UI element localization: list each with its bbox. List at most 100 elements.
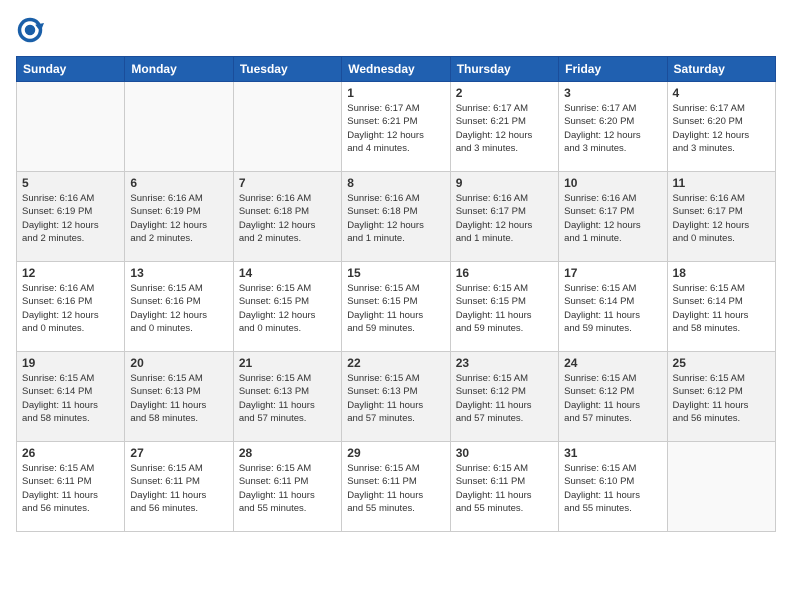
day-number: 10 <box>564 176 661 190</box>
calendar-table: SundayMondayTuesdayWednesdayThursdayFrid… <box>16 56 776 532</box>
calendar-day-cell: 22 Sunrise: 6:15 AMSunset: 6:13 PMDayligh… <box>342 352 450 442</box>
calendar-day-cell <box>125 82 233 172</box>
calendar-day-cell: 25 Sunrise: 6:15 AMSunset: 6:12 PMDayligh… <box>667 352 775 442</box>
day-number: 13 <box>130 266 227 280</box>
day-info: Sunrise: 6:15 AMSunset: 6:11 PMDaylight:… <box>130 462 227 515</box>
day-info: Sunrise: 6:15 AMSunset: 6:13 PMDaylight:… <box>130 372 227 425</box>
calendar-day-cell: 9 Sunrise: 6:16 AMSunset: 6:17 PMDaylight… <box>450 172 558 262</box>
day-number: 22 <box>347 356 444 370</box>
calendar-day-cell: 8Sunrise: 6:16 AMSunset: 6:18 PMDaylight… <box>342 172 450 262</box>
day-info: Sunrise: 6:16 AMSunset: 6:19 PMDaylight:… <box>130 192 227 245</box>
calendar-day-cell: 4 Sunrise: 6:17 AMSunset: 6:20 PMDaylight… <box>667 82 775 172</box>
calendar-day-cell: 26 Sunrise: 6:15 AMSunset: 6:11 PMDayligh… <box>17 442 125 532</box>
day-info: Sunrise: 6:15 AMSunset: 6:12 PMDaylight:… <box>564 372 661 425</box>
calendar-day-cell <box>667 442 775 532</box>
day-info: Sunrise: 6:15 AMSunset: 6:12 PMDaylight:… <box>673 372 770 425</box>
day-number: 5 <box>22 176 119 190</box>
calendar-day-cell: 5Sunrise: 6:16 AMSunset: 6:19 PMDaylight… <box>17 172 125 262</box>
calendar-week-row: 26 Sunrise: 6:15 AMSunset: 6:11 PMDayligh… <box>17 442 776 532</box>
day-info: Sunrise: 6:16 AMSunset: 6:18 PMDaylight:… <box>239 192 336 245</box>
day-number: 26 <box>22 446 119 460</box>
calendar-day-cell: 1Sunrise: 6:17 AMSunset: 6:21 PMDaylight… <box>342 82 450 172</box>
day-number: 4 <box>673 86 770 100</box>
day-info: Sunrise: 6:15 AMSunset: 6:15 PMDaylight:… <box>347 282 444 335</box>
day-info: Sunrise: 6:17 AMSunset: 6:20 PMDaylight:… <box>673 102 770 155</box>
day-info: Sunrise: 6:15 AMSunset: 6:14 PMDaylight:… <box>22 372 119 425</box>
day-info: Sunrise: 6:15 AMSunset: 6:11 PMDaylight:… <box>239 462 336 515</box>
calendar-day-cell: 27 Sunrise: 6:15 AMSunset: 6:11 PMDayligh… <box>125 442 233 532</box>
day-number: 28 <box>239 446 336 460</box>
calendar-day-cell: 23Sunrise: 6:15 AMSunset: 6:12 PMDayligh… <box>450 352 558 442</box>
calendar-day-cell: 29 Sunrise: 6:15 AMSunset: 6:11 PMDayligh… <box>342 442 450 532</box>
day-number: 12 <box>22 266 119 280</box>
day-info: Sunrise: 6:17 AMSunset: 6:20 PMDaylight:… <box>564 102 661 155</box>
day-number: 7 <box>239 176 336 190</box>
day-number: 21 <box>239 356 336 370</box>
calendar-day-cell <box>17 82 125 172</box>
page-header <box>16 16 776 44</box>
calendar-day-cell: 20Sunrise: 6:15 AMSunset: 6:13 PMDayligh… <box>125 352 233 442</box>
day-number: 2 <box>456 86 553 100</box>
day-number: 11 <box>673 176 770 190</box>
day-number: 16 <box>456 266 553 280</box>
calendar-day-cell: 28 Sunrise: 6:15 AMSunset: 6:11 PMDayligh… <box>233 442 341 532</box>
calendar-week-row: 1 Sunrise: 6:17 AMSunset: 6:21 PMDaylight… <box>17 82 776 172</box>
day-number: 19 <box>22 356 119 370</box>
calendar-day-cell: 16Sunrise: 6:15 AMSunset: 6:15 PMDayligh… <box>450 262 558 352</box>
calendar-day-cell: 11 Sunrise: 6:16 AMSunset: 6:17 PMDayligh… <box>667 172 775 262</box>
calendar-day-cell: 6 Sunrise: 6:16 AMSunset: 6:19 PMDaylight… <box>125 172 233 262</box>
day-info: Sunrise: 6:15 AMSunset: 6:11 PMDaylight:… <box>347 462 444 515</box>
calendar-body: 1 Sunrise: 6:17 AMSunset: 6:21 PMDaylight… <box>17 82 776 532</box>
calendar-header-cell: Tuesday <box>233 57 341 82</box>
calendar-day-cell: 15 Sunrise: 6:15 AMSunset: 6:15 PMDayligh… <box>342 262 450 352</box>
calendar-week-row: 19 Sunrise: 6:15 AMSunset: 6:14 PMDayligh… <box>17 352 776 442</box>
calendar-day-cell: 7 Sunrise: 6:16 AMSunset: 6:18 PMDaylight… <box>233 172 341 262</box>
calendar-day-cell: 18 Sunrise: 6:15 AMSunset: 6:14 PMDayligh… <box>667 262 775 352</box>
day-info: Sunrise: 6:15 AMSunset: 6:11 PMDaylight:… <box>22 462 119 515</box>
day-number: 8 <box>347 176 444 190</box>
day-info: Sunrise: 6:15 AMSunset: 6:13 PMDaylight:… <box>239 372 336 425</box>
calendar-day-cell: 10 Sunrise: 6:16 AMSunset: 6:17 PMDayligh… <box>559 172 667 262</box>
calendar-day-cell <box>233 82 341 172</box>
day-number: 6 <box>130 176 227 190</box>
day-number: 30 <box>456 446 553 460</box>
day-number: 23 <box>456 356 553 370</box>
calendar-header-cell: Monday <box>125 57 233 82</box>
calendar-header-cell: Thursday <box>450 57 558 82</box>
day-number: 1 <box>347 86 444 100</box>
day-info: Sunrise: 6:15 AMSunset: 6:14 PMDaylight:… <box>673 282 770 335</box>
day-info: Sunrise: 6:15 AMSunset: 6:10 PMDaylight:… <box>564 462 661 515</box>
calendar-day-cell: 31 Sunrise: 6:15 AMSunset: 6:10 PMDayligh… <box>559 442 667 532</box>
day-number: 27 <box>130 446 227 460</box>
day-info: Sunrise: 6:16 AMSunset: 6:16 PMDaylight:… <box>22 282 119 335</box>
calendar-day-cell: 13Sunrise: 6:15 AMSunset: 6:16 PMDayligh… <box>125 262 233 352</box>
day-info: Sunrise: 6:15 AMSunset: 6:15 PMDaylight:… <box>239 282 336 335</box>
day-info: Sunrise: 6:16 AMSunset: 6:17 PMDaylight:… <box>564 192 661 245</box>
day-number: 14 <box>239 266 336 280</box>
day-number: 3 <box>564 86 661 100</box>
calendar-day-cell: 12 Sunrise: 6:16 AMSunset: 6:16 PMDayligh… <box>17 262 125 352</box>
day-number: 18 <box>673 266 770 280</box>
calendar-header-cell: Saturday <box>667 57 775 82</box>
calendar-day-cell: 14 Sunrise: 6:15 AMSunset: 6:15 PMDayligh… <box>233 262 341 352</box>
calendar-header-row: SundayMondayTuesdayWednesdayThursdayFrid… <box>17 57 776 82</box>
day-number: 25 <box>673 356 770 370</box>
day-number: 17 <box>564 266 661 280</box>
calendar-header-cell: Sunday <box>17 57 125 82</box>
day-info: Sunrise: 6:15 AMSunset: 6:13 PMDaylight:… <box>347 372 444 425</box>
calendar-header-cell: Friday <box>559 57 667 82</box>
calendar-day-cell: 30 Sunrise: 6:15 AMSunset: 6:11 PMDayligh… <box>450 442 558 532</box>
day-info: Sunrise: 6:17 AMSunset: 6:21 PMDaylight:… <box>456 102 553 155</box>
day-info: Sunrise: 6:15 AMSunset: 6:11 PMDaylight:… <box>456 462 553 515</box>
day-info: Sunrise: 6:16 AMSunset: 6:17 PMDaylight:… <box>456 192 553 245</box>
calendar-day-cell: 24Sunrise: 6:15 AMSunset: 6:12 PMDayligh… <box>559 352 667 442</box>
calendar-day-cell: 19 Sunrise: 6:15 AMSunset: 6:14 PMDayligh… <box>17 352 125 442</box>
day-number: 9 <box>456 176 553 190</box>
day-number: 31 <box>564 446 661 460</box>
day-number: 15 <box>347 266 444 280</box>
calendar-day-cell: 3 Sunrise: 6:17 AMSunset: 6:20 PMDaylight… <box>559 82 667 172</box>
day-info: Sunrise: 6:15 AMSunset: 6:14 PMDaylight:… <box>564 282 661 335</box>
day-number: 29 <box>347 446 444 460</box>
calendar-day-cell: 21 Sunrise: 6:15 AMSunset: 6:13 PMDayligh… <box>233 352 341 442</box>
day-info: Sunrise: 6:16 AMSunset: 6:17 PMDaylight:… <box>673 192 770 245</box>
